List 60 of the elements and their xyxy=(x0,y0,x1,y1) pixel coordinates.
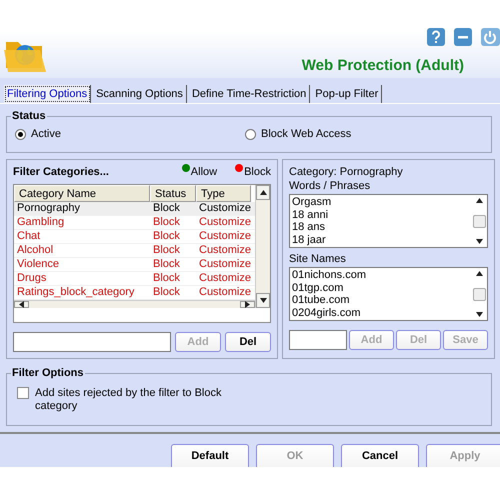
list-item[interactable]: 18 anni xyxy=(292,208,470,221)
group-title: Status xyxy=(11,110,47,122)
tab[interactable]: Define Time-Restriction xyxy=(188,85,310,103)
category-label: Category: Pornography xyxy=(289,166,404,178)
checkbox-label: Add sites rejected by the filter to Block category xyxy=(35,387,222,413)
column-header[interactable]: Status xyxy=(150,185,196,202)
table-row[interactable]: Drugs Block Customize xyxy=(14,272,255,286)
column-header[interactable]: Type xyxy=(196,185,251,202)
table-cell-text: Block xyxy=(152,202,181,215)
table-cell-text: Customize xyxy=(198,216,251,229)
table-row[interactable]: Violence Block Customize xyxy=(14,258,255,272)
dialog-button[interactable]: Default xyxy=(171,444,249,467)
list-item[interactable]: 18 ans xyxy=(292,221,470,234)
table-cell-text: Block xyxy=(152,244,181,257)
table-cell-text: Drugs xyxy=(16,272,48,285)
table-cell-text: Customize xyxy=(198,202,251,215)
table-cell-text: Gambling xyxy=(16,216,66,229)
table-cell-text: Customize xyxy=(198,258,251,271)
list-item[interactable]: 18 jaar xyxy=(292,234,470,246)
legend-label: Allow xyxy=(190,166,218,178)
table-cell-text: Alcohol xyxy=(16,244,54,257)
table-cell-text: Customize xyxy=(198,244,251,257)
window-title: Web Protection (Adult) xyxy=(302,57,464,74)
sites-label: Site Names xyxy=(289,253,347,265)
table-cell-text: Customize xyxy=(198,272,251,285)
radio-label: Block Web Access xyxy=(261,128,352,140)
legend-label: Block xyxy=(244,166,271,178)
table-row[interactable]: Ratings_block_category Block Customize xyxy=(14,286,255,300)
column-header[interactable]: Category Name xyxy=(14,185,150,202)
table-cell-text: Block xyxy=(152,286,181,299)
group-title: Filter Options xyxy=(11,367,84,379)
list-item[interactable]: 01nichons.com xyxy=(292,269,470,282)
table-cell-text: Customize xyxy=(198,230,251,243)
tab[interactable]: Filtering Options xyxy=(4,85,92,103)
table-cell-text: Customize xyxy=(198,286,251,299)
sites-list[interactable]: 01nichons.com 01tgp.com 01tube.com 0204girls.com xyxy=(289,267,488,321)
list-item[interactable]: 01tube.com xyxy=(292,294,470,306)
table-row[interactable]: Pornography Block Customize xyxy=(14,202,255,216)
table-cell-text: Pornography xyxy=(16,202,81,215)
table-cell-text: Block xyxy=(152,216,181,229)
list-item[interactable]: 0204girls.com xyxy=(292,306,470,319)
dialog-button[interactable]: Cancel xyxy=(341,444,419,467)
table-cell-text: Block xyxy=(152,230,181,243)
words-list[interactable]: Orgasm 18 anni 18 ans 18 jaar xyxy=(289,194,488,248)
table-cell-text: Ratings_block_category xyxy=(16,286,136,299)
table-row[interactable]: Chat Block Customize xyxy=(14,230,255,244)
radio-label: Active xyxy=(31,128,61,140)
tab[interactable]: Pop-up Filter xyxy=(312,85,382,103)
table-cell-text: Block xyxy=(152,272,181,285)
table-row[interactable]: Gambling Block Customize xyxy=(14,216,255,230)
list-item[interactable]: 01tgp.com xyxy=(292,282,470,294)
table-action-button[interactable]: Del xyxy=(225,332,271,352)
table-cell-text: Chat xyxy=(16,230,42,243)
table-cell-text: Violence xyxy=(16,258,60,271)
words-label: Words / Phrases xyxy=(289,180,372,192)
table-cell-text: Block xyxy=(152,258,181,271)
panel-title: Filter Categories... xyxy=(13,166,110,178)
list-item[interactable]: Orgasm xyxy=(292,196,470,208)
table-row[interactable]: Alcohol Block Customize xyxy=(14,244,255,258)
tab[interactable]: Scanning Options xyxy=(93,85,187,103)
